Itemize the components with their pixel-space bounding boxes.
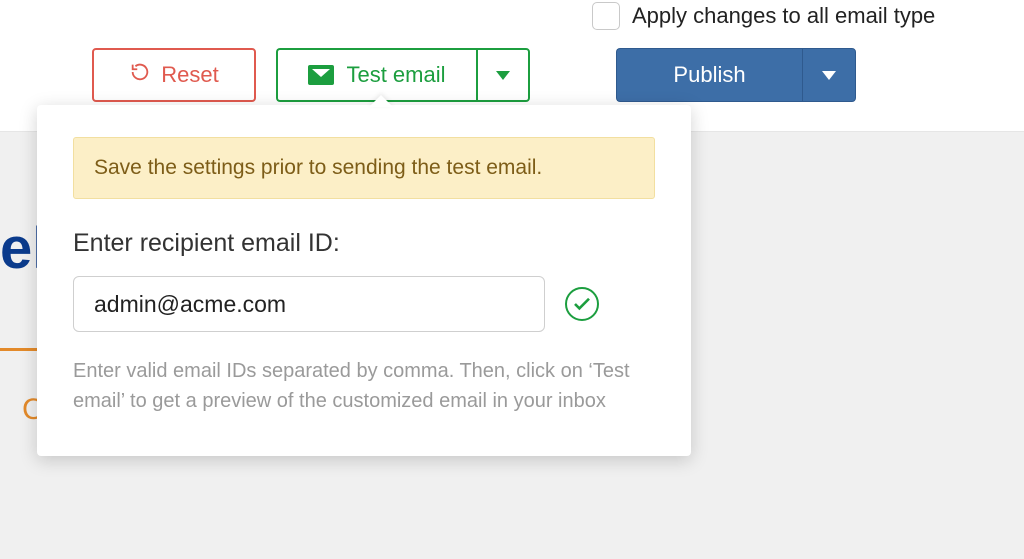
recipient-email-label: Enter recipient email ID: [73,229,655,258]
apply-all-checkbox[interactable] [592,2,620,30]
test-email-button-label: Test email [346,62,445,88]
recipient-email-input[interactable] [73,276,545,332]
chevron-down-icon [496,71,510,80]
publish-dropdown-button[interactable] [802,48,856,102]
partial-text-fragment: el [0,215,42,285]
test-email-group: Test email [276,48,530,102]
action-toolbar: Reset Test email Publish [92,48,856,102]
popover-notice: Save the settings prior to sending the t… [73,137,655,199]
reset-icon [129,61,151,89]
chevron-down-icon [822,71,836,80]
publish-button-label: Publish [673,62,745,88]
recipient-email-helper: Enter valid email IDs separated by comma… [73,356,655,416]
apply-all-row: Apply changes to all email type [592,2,935,30]
apply-all-label: Apply changes to all email type [632,3,935,29]
recipient-email-row [73,276,655,332]
publish-group: Publish [616,48,856,102]
test-email-popover: Save the settings prior to sending the t… [37,105,691,456]
publish-button[interactable]: Publish [616,48,802,102]
test-email-button[interactable]: Test email [276,48,476,102]
test-email-dropdown-button[interactable] [476,48,530,102]
envelope-icon [308,65,334,85]
reset-button[interactable]: Reset [92,48,256,102]
divider-orange [0,348,37,351]
reset-button-label: Reset [161,62,218,88]
valid-check-icon [565,287,599,321]
